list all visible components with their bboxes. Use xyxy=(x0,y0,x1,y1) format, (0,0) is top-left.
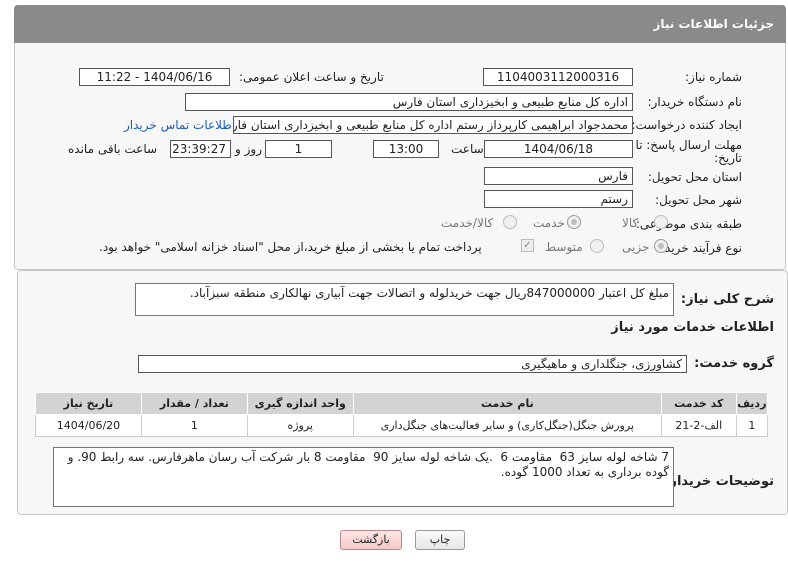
delivery-city-label: شهر محل تحویل: xyxy=(655,193,742,207)
delivery-province-label: استان محل تحویل: xyxy=(647,170,742,184)
category-goods-label: کالا xyxy=(622,216,639,230)
back-button[interactable]: بازگشت xyxy=(340,530,402,550)
table-cell: 1404/06/20 xyxy=(35,414,142,437)
table-cell: پرورش جنگل(جنگل‌کاری) و سایر فعالیت‌های … xyxy=(352,414,662,437)
buyer-contact-link[interactable]: اطلاعات تماس خریدار xyxy=(124,118,235,132)
category-label: طبقه بندی موضوعی: xyxy=(635,217,742,231)
process-medium-radio[interactable] xyxy=(590,239,604,253)
category-service-label: خدمت xyxy=(533,216,565,230)
column-header: تاریخ نیاز xyxy=(35,392,142,415)
column-header: نام خدمت xyxy=(352,392,662,415)
buyer-org-field: اداره کل منابع طبیعی و ابخیزداری استان ف… xyxy=(185,93,633,111)
requester-field: محمدجواد ابراهیمی کارپرداز رستم اداره کل… xyxy=(233,116,633,134)
process-type-label: نوع فرآیند خرید : xyxy=(657,241,742,255)
remaining-time-label: ساعت باقی مانده xyxy=(68,142,158,156)
buyer-notes-textarea[interactable]: 7 شاخه لوله سایز 63 مقاومت 6 .یک شاخه لو… xyxy=(53,447,674,507)
table-header-row: ردیف کد خدمت نام خدمت واحد اندازه گیری ت… xyxy=(35,392,769,415)
treasury-payment-checkbox[interactable]: ✓ xyxy=(521,239,534,252)
deadline-time-field: 13:00 xyxy=(373,140,439,158)
table-cell: 1 xyxy=(140,414,248,437)
category-service-radio[interactable] xyxy=(567,215,581,229)
buyer-notes-label: توضیحات خریدار: xyxy=(664,474,774,489)
need-number-field: 1104003112000316 xyxy=(483,68,633,86)
table-cell: پروژه xyxy=(246,414,354,437)
deadline-label: مهلت ارسال پاسخ: تا xyxy=(635,138,742,152)
announce-datetime-field: 1404/06/16 - 11:22 xyxy=(79,68,230,86)
services-table: ردیف کد خدمت نام خدمت واحد اندازه گیری ت… xyxy=(35,392,769,437)
table-cell: الف-2-21 xyxy=(660,414,737,437)
table-row: 1 الف-2-21 پرورش جنگل(جنگل‌کاری) و سایر … xyxy=(35,414,769,437)
column-header: ردیف xyxy=(735,392,769,415)
column-header: واحد اندازه گیری xyxy=(246,392,354,415)
summary-textarea[interactable]: مبلغ کل اعتبار 847000000ریال جهت خریدلول… xyxy=(135,283,674,316)
service-group-label: گروه خدمت: xyxy=(694,356,774,371)
remaining-time-field: 23:39:27 xyxy=(170,140,231,158)
deadline-time-label: ساعت xyxy=(451,142,484,156)
delivery-province-field: فارس xyxy=(484,167,633,185)
services-section-title: اطلاعات خدمات مورد نیاز xyxy=(611,320,774,335)
category-goods-service-label: کالا/خدمت xyxy=(441,216,494,230)
announce-datetime-label: تاریخ و ساعت اعلان عمومی: xyxy=(239,70,384,84)
service-group-field: کشاورزی، جنگلداری و ماهیگیری xyxy=(138,355,687,373)
column-header: تعداد / مقدار xyxy=(140,392,248,415)
process-minor-radio[interactable] xyxy=(654,239,668,253)
print-button[interactable]: چاپ xyxy=(415,530,465,550)
process-minor-label: جزیی xyxy=(622,240,650,254)
column-header: کد خدمت xyxy=(660,392,737,415)
deadline-date-field: 1404/06/18 xyxy=(484,140,633,158)
category-goods-radio[interactable] xyxy=(654,215,668,229)
table-cell: 1 xyxy=(735,414,769,437)
process-medium-label: متوسط xyxy=(545,240,583,254)
page-title: جزئیات اطلاعات نیاز xyxy=(653,17,774,31)
days-remaining-field: 1 xyxy=(265,140,332,158)
deadline-date-label: تاریخ: xyxy=(714,151,742,165)
header-bar: جزئیات اطلاعات نیاز xyxy=(14,5,786,43)
summary-label: شرح کلی نیاز: xyxy=(680,292,774,307)
delivery-city-field: رستم xyxy=(484,190,633,208)
requester-label: ایجاد کننده درخواست: xyxy=(631,118,742,132)
need-number-label: شماره نیاز: xyxy=(685,70,742,84)
treasury-payment-note: پرداخت تمام یا بخشی از مبلغ خرید،از محل … xyxy=(99,240,482,254)
days-label: روز و xyxy=(235,142,262,156)
buyer-org-label: نام دستگاه خریدار: xyxy=(647,95,743,109)
category-goods-service-radio[interactable] xyxy=(503,215,517,229)
